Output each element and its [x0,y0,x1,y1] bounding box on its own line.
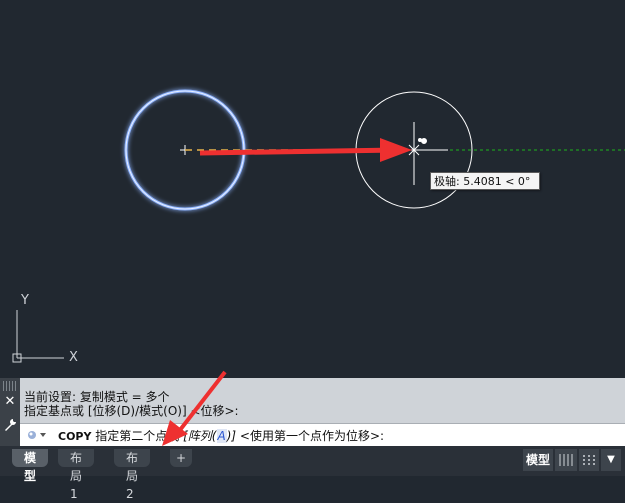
add-tab-button[interactable]: + [170,449,193,467]
grid-icon[interactable] [555,449,577,471]
annotation-arrow-1-head [380,138,412,162]
command-name: COPY [58,430,92,443]
model-space-button[interactable]: 模型 [523,449,553,471]
wrench-icon[interactable] [2,418,18,434]
command-line-sidebar: ✕ [0,378,20,446]
history-line-1: 当前设置: 复制模式 = 多个 [24,390,170,404]
tab-layout1[interactable]: 布局1 [58,449,95,501]
command-input[interactable]: COPY 指定第二个点或 [阵列(A)] <使用第一个点作为位移>: [20,423,625,446]
command-line-window: ✕ 当前设置: 复制模式 = 多个 指定基点或 [位移(D)/模式(O)] <位… [0,378,625,446]
option-array-key[interactable]: A [216,429,227,443]
close-icon[interactable]: ✕ [2,394,18,410]
command-options: [阵列(A)] [183,429,240,443]
status-tools: 模型 ▼ [511,449,621,471]
annotation-arrow-1 [199,145,403,156]
grip-handle[interactable] [3,381,17,391]
tab-model[interactable]: 模型 [12,449,49,483]
snap-marker-small [418,138,422,142]
history-line-2: 指定基点或 [位移(D)/模式(O)] <位移>: [24,404,239,418]
snap-icon[interactable] [579,449,599,471]
command-default: <使用第一个点作为位移>: [239,429,385,443]
ucs-y-label: Y [20,293,29,308]
polar-tooltip: 极轴: 5.4081 < 0° [430,172,540,190]
command-prompt-text: COPY 指定第二个点或 [阵列(A)] <使用第一个点作为位移>: [58,427,384,444]
option-array-suffix: )] [226,429,237,443]
option-array-prefix: [阵列( [183,429,217,443]
ucs-icon: Y X [12,293,78,365]
drawing-canvas[interactable]: Y X 极轴: 5.4081 < 0° [0,0,625,378]
status-bar: 模型 布局1 布局2 + 模型 ▼ [0,446,625,501]
command-prompt-icon[interactable] [26,428,48,442]
ucs-x-label: X [69,350,78,365]
command-history: 当前设置: 复制模式 = 多个 指定基点或 [位移(D)/模式(O)] <位移>… [24,390,624,420]
tab-layout2[interactable]: 布局2 [114,449,151,501]
command-prompt: 指定第二个点或 [95,429,180,443]
chevron-down-icon[interactable]: ▼ [601,449,621,471]
